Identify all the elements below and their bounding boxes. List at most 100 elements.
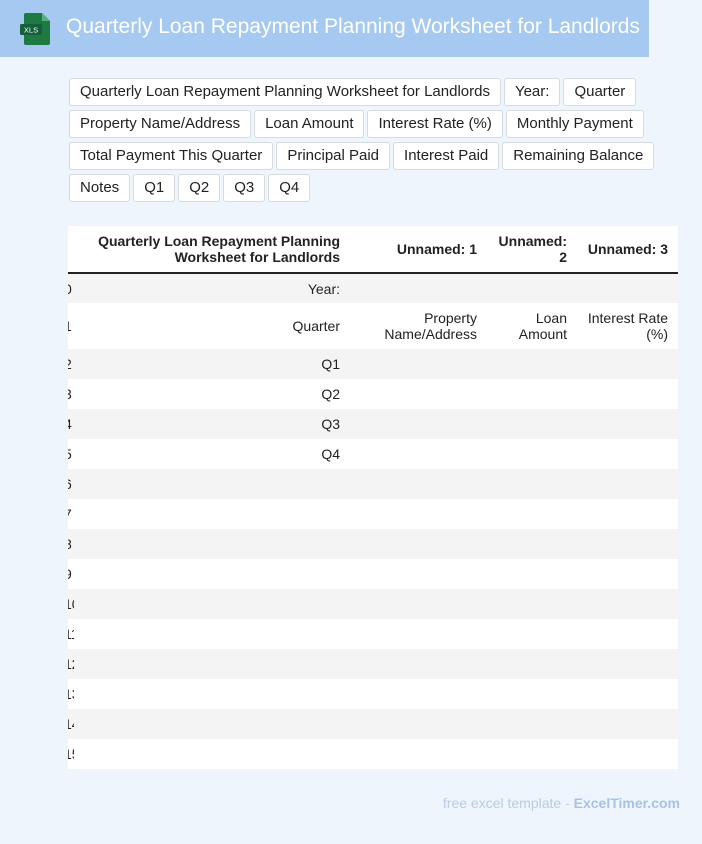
- table-cell: [74, 499, 350, 529]
- table-row: 10: [68, 589, 678, 619]
- table-cell: [74, 619, 350, 649]
- table-row: 2 Q1: [68, 349, 678, 379]
- row-index: 3: [68, 386, 72, 402]
- table-row: 8: [68, 529, 678, 559]
- table-cell: Property Name/Address: [384, 310, 477, 342]
- table-cell: [577, 529, 678, 559]
- keyword-tag[interactable]: Year:: [503, 78, 561, 106]
- table-cell: [350, 469, 487, 499]
- keyword-tag[interactable]: Q1: [133, 174, 176, 202]
- keyword-tag[interactable]: Q4: [268, 174, 311, 202]
- table-cell: [577, 709, 678, 739]
- keyword-tag[interactable]: Loan Amount: [254, 110, 365, 138]
- table-cell: [74, 559, 350, 589]
- table-cell: Quarter: [292, 318, 340, 334]
- column-header: Unnamed: 3: [587, 241, 668, 257]
- row-index: 15: [68, 746, 74, 762]
- table-cell: [577, 349, 678, 379]
- keyword-tag[interactable]: Interest Rate (%): [367, 110, 503, 138]
- table-cell: [350, 709, 487, 739]
- excel-file-icon: XLS: [20, 13, 50, 45]
- table-cell: [577, 469, 678, 499]
- table-row: 12: [68, 649, 678, 679]
- keyword-tag[interactable]: Monthly Payment: [505, 110, 644, 138]
- row-index: 6: [68, 476, 72, 492]
- table-cell: [577, 379, 678, 409]
- table-cell: [350, 619, 487, 649]
- table-cell: [487, 349, 577, 379]
- keyword-tag[interactable]: Notes: [69, 174, 131, 202]
- table-row: 13: [68, 679, 678, 709]
- table-cell: [74, 529, 350, 559]
- table-cell: [577, 409, 678, 439]
- row-index: 9: [68, 566, 72, 582]
- table-cell: [577, 499, 678, 529]
- keyword-tag[interactable]: Quarterly Loan Repayment Planning Worksh…: [69, 78, 501, 106]
- table-cell: [350, 739, 487, 769]
- table-row: 1 Quarter Property Name/Address Loan Amount…: [68, 303, 678, 349]
- keyword-tags: Quarterly Loan Repayment Planning Worksh…: [69, 78, 669, 202]
- row-index: 5: [68, 446, 72, 462]
- table-cell: Q3: [321, 416, 340, 432]
- keyword-tag[interactable]: Interest Paid: [393, 142, 500, 170]
- table-cell: [74, 679, 350, 709]
- table-cell: Year:: [307, 280, 340, 297]
- table-cell: [577, 439, 678, 469]
- table-cell: [487, 649, 577, 679]
- footer-brand-link[interactable]: ExcelTimer.com: [574, 795, 680, 811]
- table-row: 5 Q4: [68, 439, 678, 469]
- row-index: 13: [68, 686, 74, 702]
- keyword-tag[interactable]: Remaining Balance: [502, 142, 655, 170]
- keyword-tag[interactable]: Total Payment This Quarter: [69, 142, 274, 170]
- table-cell: Q1: [321, 356, 340, 372]
- row-index: 10: [68, 596, 74, 612]
- table-row: 6: [68, 469, 678, 499]
- excel-icon-label: XLS: [24, 26, 38, 35]
- table-cell: [577, 619, 678, 649]
- keyword-tag[interactable]: Property Name/Address: [69, 110, 252, 138]
- table-cell: [487, 619, 577, 649]
- table-cell: [487, 439, 577, 469]
- row-index: 8: [68, 536, 72, 552]
- table-row: 9: [68, 559, 678, 589]
- table-cell: Q4: [321, 446, 340, 462]
- table-cell: [487, 499, 577, 529]
- page-title: Quarterly Loan Repayment Planning Worksh…: [66, 15, 640, 38]
- keyword-tag[interactable]: Q3: [223, 174, 266, 202]
- table-cell: [577, 559, 678, 589]
- table-row: 0 Year:: [68, 273, 678, 303]
- table-cell: [487, 469, 577, 499]
- table-cell: [577, 739, 678, 769]
- table-cell: [350, 409, 487, 439]
- row-index: 12: [68, 656, 74, 672]
- table-cell: [350, 499, 487, 529]
- row-index: 11: [68, 626, 74, 642]
- table-cell: Interest Rate (%): [587, 310, 668, 342]
- table-cell: Loan Amount: [518, 310, 567, 342]
- row-index: 1: [68, 318, 72, 334]
- table-cell: [487, 589, 577, 619]
- table-cell: [350, 559, 487, 589]
- table-cell: [350, 273, 487, 303]
- column-header: Quarterly Loan Repayment Planning Worksh…: [98, 233, 340, 265]
- table-cell: [487, 379, 577, 409]
- title-banner: XLS Quarterly Loan Repayment Planning Wo…: [0, 0, 649, 57]
- table-cell: [577, 589, 678, 619]
- row-index: 14: [68, 716, 74, 732]
- table-cell: [74, 649, 350, 679]
- table-row: 4 Q3: [68, 409, 678, 439]
- table-cell: [350, 529, 487, 559]
- keyword-tag[interactable]: Q2: [178, 174, 221, 202]
- table-cell: [350, 379, 487, 409]
- table-cell: [577, 649, 678, 679]
- table-cell: Q2: [321, 386, 340, 402]
- table-cell: [74, 589, 350, 619]
- keyword-tag[interactable]: Principal Paid: [276, 142, 391, 170]
- keyword-tag[interactable]: Quarter: [563, 78, 637, 106]
- table-cell: [74, 739, 350, 769]
- table-row: 15: [68, 739, 678, 769]
- data-table: Quarterly Loan Repayment Planning Worksh…: [68, 226, 678, 769]
- table-cell: [577, 273, 678, 303]
- row-index: 7: [68, 506, 72, 522]
- table-cell: [350, 649, 487, 679]
